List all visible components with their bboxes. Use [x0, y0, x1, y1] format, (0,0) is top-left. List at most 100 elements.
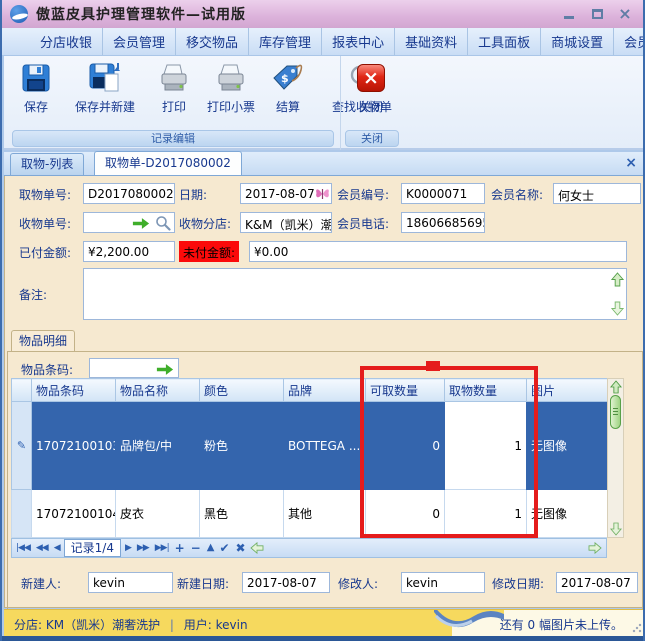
- print-receipt-button[interactable]: 打印小票: [200, 60, 262, 128]
- member-no-field[interactable]: K0000071: [401, 183, 485, 204]
- cell-barcode[interactable]: 17072100104: [31, 489, 116, 538]
- lookup-magnifier-icon[interactable]: [155, 215, 171, 231]
- tab-pickup-list[interactable]: 取物-列表: [10, 153, 85, 175]
- butterfly-date-icon[interactable]: [315, 187, 330, 201]
- nav-delete-button[interactable]: −: [189, 539, 203, 557]
- close-window-button[interactable]: ×: [617, 6, 633, 22]
- receive-no-field[interactable]: [83, 212, 175, 233]
- hscroll-left-icon[interactable]: [249, 542, 264, 554]
- pickup-no-value: D2017080002: [88, 187, 174, 201]
- tab-item-detail[interactable]: 物品明细: [11, 330, 75, 352]
- status-divider: |: [169, 618, 174, 632]
- date-label: 日期:: [179, 188, 208, 202]
- cell-name[interactable]: 皮衣: [115, 489, 200, 538]
- nav-next-page-button[interactable]: ▶▶: [135, 539, 151, 557]
- scroll-down-icon[interactable]: [610, 522, 622, 536]
- menu-item-mall-settings[interactable]: 商城设置: [541, 28, 615, 55]
- menu-item-member-activity[interactable]: 会员活动: [614, 28, 643, 55]
- menu-item-member-mgmt[interactable]: 会员管理: [103, 28, 177, 55]
- status-bar: 分店: KM（凯米）潮奢洗护 | 用户: kevin 还有 0 幅图片未上传。: [4, 609, 643, 636]
- highlight-rectangle: [360, 366, 538, 538]
- minimize-button[interactable]: [561, 7, 577, 21]
- save-and-new-button[interactable]: 保存并新建: [62, 60, 148, 128]
- menu-item-inventory[interactable]: 库存管理: [249, 28, 323, 55]
- cell-barcode[interactable]: 17072100103: [31, 401, 116, 490]
- receive-branch-field[interactable]: K&M（凯米）潮: [240, 212, 332, 233]
- row-edit-pencil-icon: ✎: [11, 401, 32, 490]
- nav-insert-button[interactable]: +: [173, 539, 187, 557]
- modify-date-field[interactable]: 2017-08-07: [556, 572, 638, 593]
- printer-receipt-icon: [214, 60, 248, 96]
- nav-prev-page-button[interactable]: ◀◀: [34, 539, 50, 557]
- menu-item-reports[interactable]: 报表中心: [322, 28, 396, 55]
- document-tab-strip: 取物-列表 取物单-D2017080002 ×: [4, 151, 643, 176]
- cell-brand[interactable]: 其他: [283, 489, 366, 538]
- pickup-no-field[interactable]: D2017080002: [83, 183, 175, 204]
- modify-date-label: 修改日期:: [492, 577, 545, 591]
- scroll-up-icon[interactable]: [610, 380, 622, 394]
- paid-amount-value: ¥2,200.00: [88, 245, 150, 259]
- save-button[interactable]: 保存: [14, 60, 58, 128]
- create-date-label: 新建日期:: [177, 577, 230, 591]
- col-header-image[interactable]: 图片: [526, 378, 608, 402]
- svg-text:$: $: [281, 72, 289, 85]
- nav-first-button[interactable]: |◀◀: [14, 539, 32, 557]
- nav-cancel-button[interactable]: ✖: [234, 539, 248, 557]
- cell-name[interactable]: 品牌包/中: [115, 401, 200, 490]
- close-form-button[interactable]: × 关闭: [351, 60, 391, 128]
- settle-button[interactable]: $ 结算: [266, 60, 310, 128]
- group-caption-record-edit: 记录编辑: [12, 130, 334, 147]
- cell-color[interactable]: 黑色: [199, 489, 284, 538]
- create-date-field[interactable]: 2017-08-07: [242, 572, 330, 593]
- menu-item-basic-data[interactable]: 基础资料: [395, 28, 469, 55]
- status-right: 还有 0 幅图片未上传。: [434, 610, 643, 636]
- menu-item-tools[interactable]: 工具面板: [468, 28, 542, 55]
- receive-branch-label: 收物分店:: [179, 217, 232, 231]
- modifier-field[interactable]: kevin: [401, 572, 485, 593]
- green-arrow-icon[interactable]: [132, 217, 150, 230]
- col-header-barcode[interactable]: 物品条码: [31, 378, 116, 402]
- nav-edit-button[interactable]: ▲: [205, 539, 216, 557]
- remark-field[interactable]: [83, 268, 627, 320]
- member-name-field[interactable]: 何女士: [553, 183, 641, 204]
- nav-prev-button[interactable]: ◀: [52, 539, 62, 557]
- menu-item-transfer-items[interactable]: 移交物品: [176, 28, 250, 55]
- col-header-color[interactable]: 颜色: [199, 378, 284, 402]
- close-tab-icon[interactable]: ×: [625, 155, 637, 171]
- creator-field[interactable]: kevin: [88, 572, 173, 593]
- resize-grip[interactable]: [632, 623, 642, 633]
- nav-next-button[interactable]: ▶: [123, 539, 133, 557]
- col-header-name[interactable]: 物品名称: [115, 378, 200, 402]
- unpaid-amount-field[interactable]: ¥0.00: [249, 241, 627, 262]
- toolbar-group-close: × 关闭 关闭: [340, 56, 402, 150]
- memo-scroll-down-icon[interactable]: [611, 301, 624, 316]
- scrollbar-thumb[interactable]: [610, 395, 621, 429]
- date-field[interactable]: 2017-08-07: [240, 183, 332, 204]
- print-button[interactable]: 打印: [154, 60, 194, 128]
- paid-amount-field[interactable]: ¥2,200.00: [83, 241, 175, 262]
- creator-value: kevin: [93, 576, 125, 590]
- cell-color[interactable]: 粉色: [199, 401, 284, 490]
- item-barcode-field[interactable]: [89, 358, 179, 378]
- member-phone-field[interactable]: 18606685695: [401, 212, 485, 233]
- print-receipt-button-label: 打印小票: [206, 100, 255, 114]
- cell-brand[interactable]: BOTTEGA ...: [283, 401, 366, 490]
- cell-image[interactable]: 无图像: [526, 401, 608, 490]
- barcode-green-arrow-icon[interactable]: [156, 363, 174, 376]
- main-menu: 分店收银 会员管理 移交物品 库存管理 报表中心 基础资料 工具面板 商城设置 …: [2, 28, 643, 56]
- row-selector-header[interactable]: [11, 378, 32, 402]
- cell-image[interactable]: 无图像: [526, 489, 608, 538]
- maximize-button[interactable]: [589, 7, 605, 21]
- tab-pickup-order[interactable]: 取物单-D2017080002: [94, 151, 242, 175]
- hscroll-right-icon[interactable]: [588, 542, 602, 554]
- memo-scroll-up-icon[interactable]: [611, 272, 624, 287]
- date-value: 2017-08-07: [245, 187, 315, 201]
- col-header-brand[interactable]: 品牌: [283, 378, 366, 402]
- vertical-scrollbar[interactable]: [607, 378, 624, 538]
- row-selector-cell[interactable]: [11, 489, 32, 538]
- close-red-icon: ×: [357, 64, 385, 92]
- nav-last-button[interactable]: ▶▶|: [153, 539, 171, 557]
- nav-post-button[interactable]: ✔: [217, 539, 231, 557]
- menu-item-branch-cashier[interactable]: 分店收银: [30, 28, 104, 55]
- save-button-label: 保存: [23, 100, 48, 114]
